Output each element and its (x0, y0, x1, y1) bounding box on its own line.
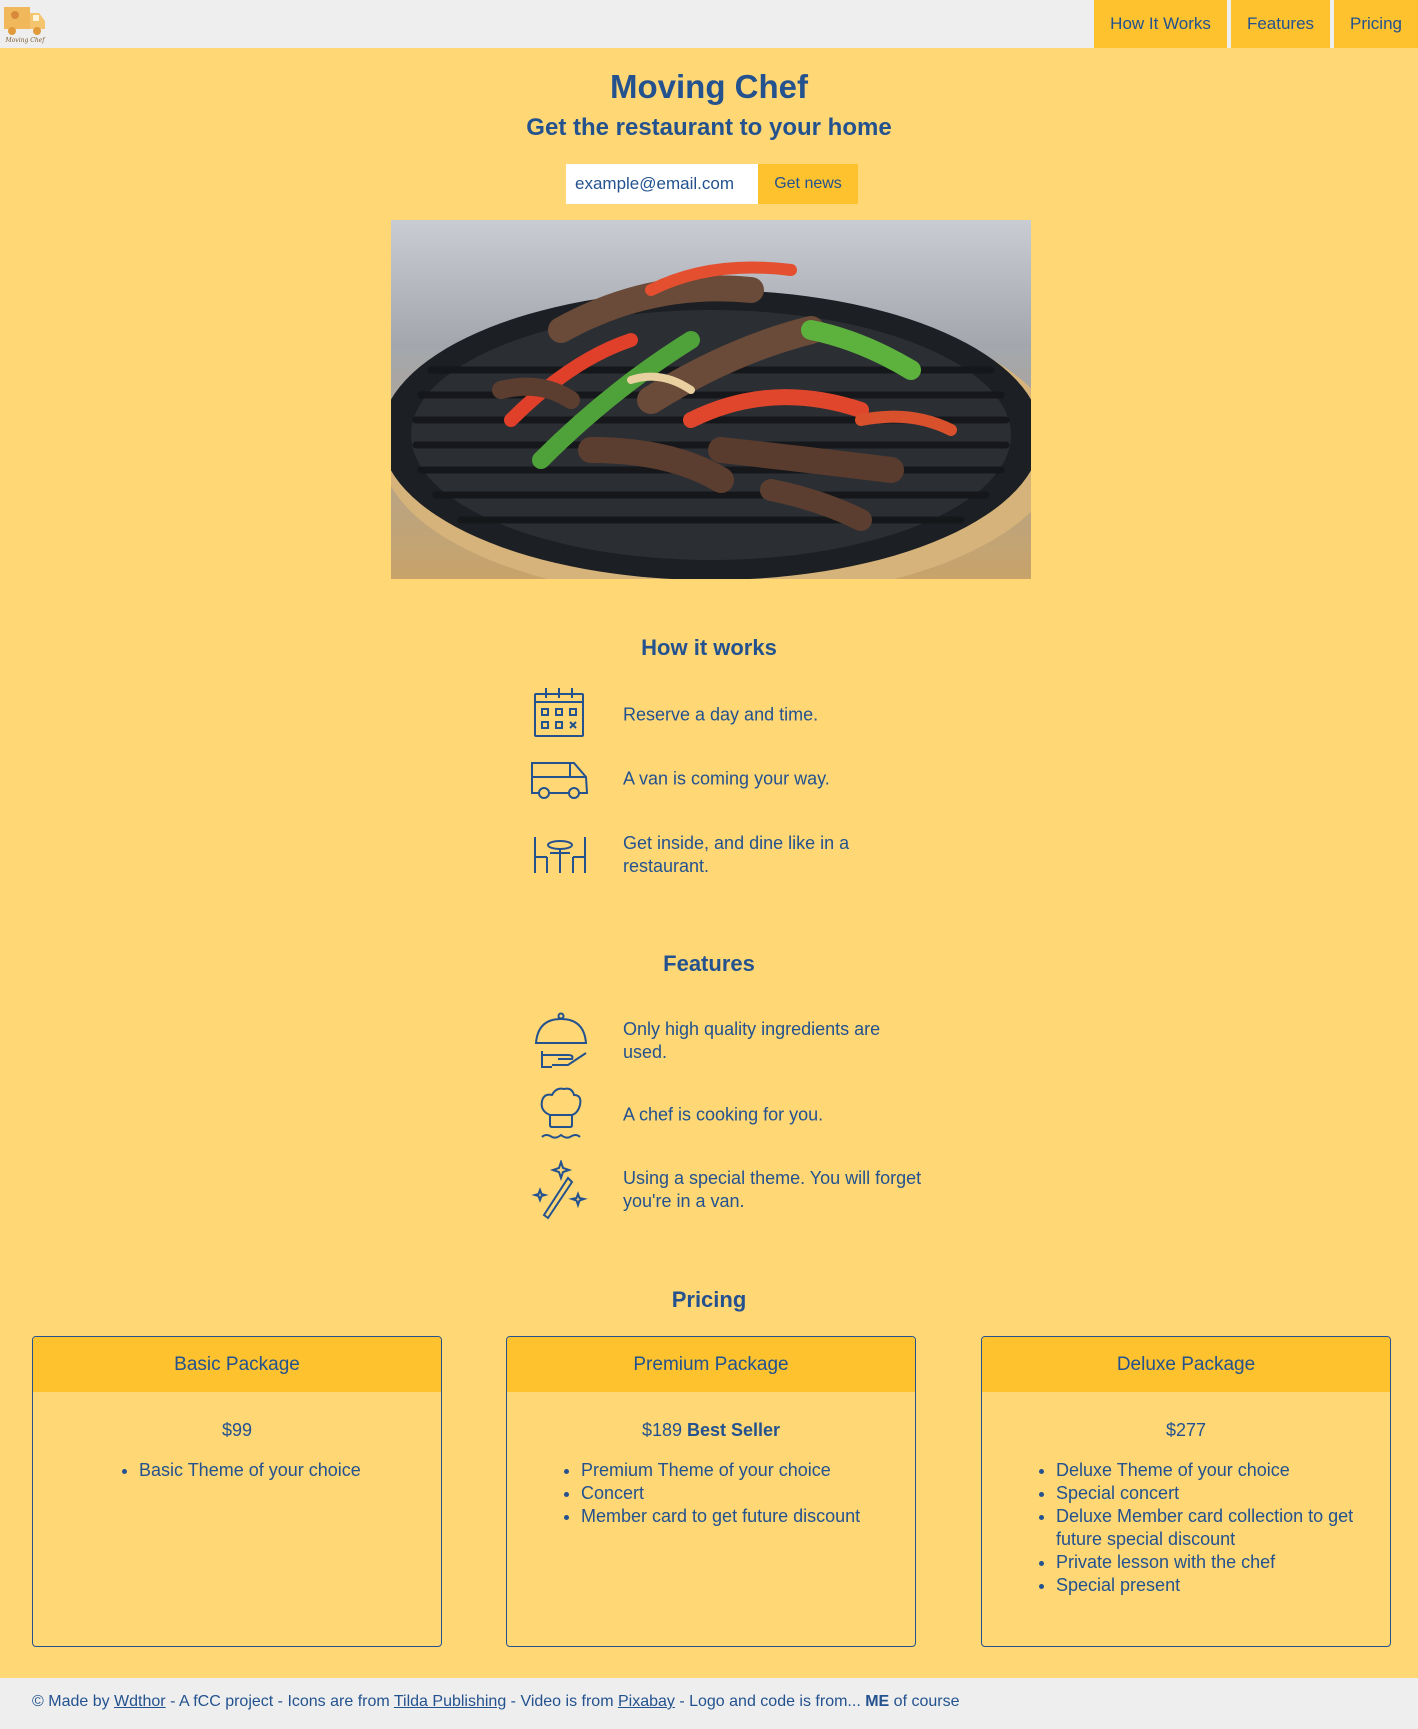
nav-features[interactable]: Features (1230, 0, 1331, 48)
video-source-link[interactable]: Pixabay (618, 1693, 675, 1710)
magic-wand-icon (528, 1158, 592, 1220)
package-price-line: $277 (982, 1420, 1390, 1441)
package-price: $277 (1165, 1420, 1207, 1440)
pricing-title: Pricing (671, 1287, 747, 1312)
package-price: $99 (221, 1420, 253, 1440)
how-item-text: Reserve a day and time. (623, 704, 819, 725)
package-price-line: $189 Best Seller (507, 1420, 915, 1441)
best-seller-badge: Best Seller (687, 1420, 781, 1440)
chef-hat-icon (528, 1085, 592, 1145)
footer-text: - A fCC project - Icons are from (165, 1693, 394, 1710)
pricing-card-basic: Basic Package $99 Basic Theme of your ch… (32, 1336, 442, 1647)
package-features: Premium Theme of your choice Concert Mem… (507, 1459, 915, 1528)
footer: © Made by Wdthor - A fCC project - Icons… (0, 1678, 1418, 1729)
features-title: Features (663, 951, 755, 976)
package-feature: Member card to get future discount (581, 1505, 895, 1528)
page-subtitle: Get the restaurant to your home (526, 114, 892, 141)
pricing-card-deluxe: Deluxe Package $277 Deluxe Theme of your… (981, 1336, 1391, 1647)
how-item-text: Get inside, and dine like in a restauran… (623, 833, 850, 876)
icons-source-link[interactable]: Tilda Publishing (394, 1693, 506, 1710)
how-item-van: A van is coming your way. (528, 749, 928, 809)
package-feature: Deluxe Member card collection to get fut… (1056, 1505, 1370, 1551)
feature-item-text: A chef is cooking for you. (623, 1104, 824, 1125)
footer-text: - Video is from (506, 1693, 618, 1710)
main-nav: How It Works Features Pricing (1090, 0, 1418, 48)
feature-item-text: Only high quality ingredients are used. (623, 1019, 881, 1062)
package-name: Premium Package (507, 1337, 915, 1392)
package-feature: Premium Theme of your choice (581, 1459, 895, 1482)
package-feature: Private lesson with the chef (1056, 1551, 1370, 1574)
page-title: Moving Chef (610, 68, 808, 105)
van-icon (528, 749, 592, 809)
logo-text: Moving Chef (5, 37, 47, 44)
package-name: Basic Package (33, 1337, 441, 1392)
feature-item-theme: Using a special theme. You will forget y… (528, 1158, 928, 1220)
package-price-line: $99 (33, 1420, 441, 1441)
hero-video[interactable] (391, 220, 1031, 579)
package-price: $189 (641, 1420, 682, 1440)
package-feature: Basic Theme of your choice (139, 1459, 421, 1482)
calendar-icon (528, 685, 592, 745)
top-nav-bar: Moving Chef How It Works Features Pricin… (0, 0, 1418, 48)
feature-item-chef: A chef is cooking for you. (528, 1085, 928, 1145)
feature-item-text: Using a special theme. You will forget y… (623, 1168, 922, 1211)
package-feature: Special concert (1056, 1482, 1370, 1505)
nav-how-it-works[interactable]: How It Works (1094, 0, 1227, 48)
package-features: Basic Theme of your choice (33, 1459, 441, 1482)
get-news-button[interactable]: Get news (758, 164, 858, 204)
cloche-serving-icon (528, 1011, 592, 1071)
how-it-works-title: How it works (641, 635, 777, 660)
feature-item-ingredients: Only high quality ingredients are used. (528, 1011, 928, 1071)
pricing-card-premium: Premium Package $189 Best Seller Premium… (506, 1336, 916, 1647)
package-feature: Concert (581, 1482, 895, 1505)
author-link[interactable]: Wdthor (114, 1693, 166, 1710)
logo[interactable]: Moving Chef (3, 3, 47, 45)
how-item-text: A van is coming your way. (623, 768, 830, 789)
email-input[interactable] (566, 164, 758, 204)
package-name: Deluxe Package (982, 1337, 1390, 1392)
footer-text: © Made by (32, 1693, 115, 1710)
package-feature: Deluxe Theme of your choice (1056, 1459, 1370, 1482)
footer-text: of course (889, 1693, 960, 1710)
how-item-dine: Get inside, and dine like in a restauran… (528, 825, 928, 885)
how-item-reserve: Reserve a day and time. (528, 685, 928, 745)
dining-table-icon (528, 825, 592, 885)
package-feature: Special present (1056, 1574, 1370, 1597)
footer-me: ME (865, 1693, 890, 1710)
footer-text: - Logo and code is from... (674, 1693, 866, 1710)
newsletter-form: Get news (566, 164, 858, 204)
nav-pricing[interactable]: Pricing (1334, 0, 1418, 48)
package-features: Deluxe Theme of your choice Special conc… (982, 1459, 1390, 1597)
